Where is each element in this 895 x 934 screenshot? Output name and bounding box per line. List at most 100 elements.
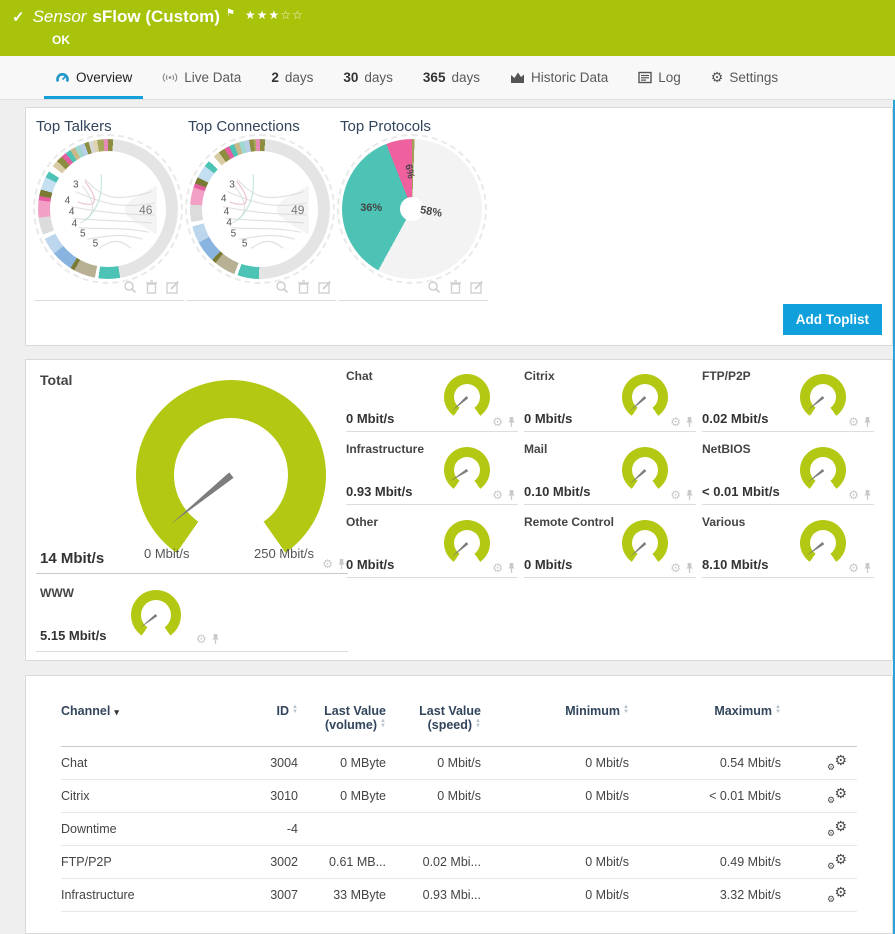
chord-small-values: 344455 — [190, 139, 330, 279]
table-row: FTP/P2P 3002 0.61 MB... 0.02 Mbi... 0 Mb… — [61, 846, 857, 879]
top-connections-chord-chart[interactable]: 49 344455 — [190, 139, 330, 279]
edit-icon[interactable] — [470, 280, 484, 294]
toplists-panel: Top Talkers 46 344455 — [25, 107, 893, 346]
pin-icon[interactable] — [685, 562, 694, 574]
table-row: Downtime -4 ⚙⚙ — [61, 813, 857, 846]
table-row: Infrastructure 3007 33 MByte 0.93 Mbi...… — [61, 879, 857, 912]
toplist-top-talkers: Top Talkers 46 344455 — [34, 116, 184, 301]
gauge-icon — [55, 71, 70, 85]
chart-title: Top Protocols — [340, 118, 488, 135]
gear-icon[interactable]: ⚙ — [322, 558, 333, 570]
gauge-tile-citrix: Citrix 0 Mbit/s ⚙ — [524, 366, 696, 432]
trash-icon[interactable] — [145, 280, 158, 294]
tab-2-days[interactable]: 2days — [256, 56, 328, 99]
chart-title: Top Talkers — [36, 118, 184, 135]
column-header-last-value-speed[interactable]: Last Value (speed)▲▼ — [386, 704, 481, 732]
gauge-tile-ftp-p2p: FTP/P2P 0.02 Mbit/s ⚙ — [702, 366, 874, 432]
gauge-min-label: 0 Mbit/s — [144, 546, 190, 561]
status-ok-check-icon: ✓ — [12, 8, 25, 26]
channel-settings-gears-icon[interactable]: ⚙⚙ — [827, 786, 847, 804]
channels-table: Channel▾ ID▲▼ Last Value (volume)▲▼ Last… — [26, 704, 892, 912]
gear-icon: ⚙ — [711, 69, 724, 86]
pie-label-36: 36% — [360, 202, 382, 214]
top-protocols-pie-chart[interactable]: 58% 36% 6% — [342, 139, 482, 279]
table-header-row: Channel▾ ID▲▼ Last Value (volume)▲▼ Last… — [61, 704, 857, 747]
gauge-value: 14 Mbit/s — [40, 550, 104, 567]
total-gauge — [136, 380, 326, 570]
gear-icon[interactable]: ⚙ — [670, 562, 681, 574]
edit-icon[interactable] — [318, 280, 332, 294]
table-row: Citrix 3010 0 MByte 0 Mbit/s 0 Mbit/s < … — [61, 780, 857, 813]
pin-icon[interactable] — [685, 416, 694, 428]
pin-icon[interactable] — [211, 633, 220, 645]
column-header-maximum[interactable]: Maximum▲▼ — [629, 704, 781, 718]
pin-icon[interactable] — [863, 489, 872, 501]
pin-icon[interactable] — [507, 489, 516, 501]
pin-icon[interactable] — [685, 489, 694, 501]
object-kind-label: Sensor — [33, 7, 87, 27]
gauge-tile-remote-control: Remote Control 0 Mbit/s ⚙ — [524, 512, 696, 578]
sensor-title: sFlow (Custom) — [92, 7, 220, 27]
pin-icon[interactable] — [863, 416, 872, 428]
pin-icon[interactable] — [507, 416, 516, 428]
tab-live-data[interactable]: Live Data — [147, 56, 256, 99]
pin-icon[interactable] — [863, 562, 872, 574]
status-badge: OK — [52, 33, 70, 47]
historic-chart-icon — [510, 71, 525, 84]
gauge-tile-www: WWW 5.15 Mbit/s ⚙ — [36, 580, 348, 652]
chord-small-values: 344455 — [38, 139, 178, 279]
chart-title: Top Connections — [188, 118, 336, 135]
flag-icon[interactable]: ⚑ — [226, 8, 235, 19]
tab-settings[interactable]: ⚙ Settings — [696, 56, 793, 99]
trash-icon[interactable] — [449, 280, 462, 294]
priority-stars[interactable]: ★★★☆☆ — [245, 8, 304, 22]
magnifier-icon[interactable] — [123, 280, 137, 294]
tab-log[interactable]: Log — [623, 56, 696, 99]
channel-settings-gears-icon[interactable]: ⚙⚙ — [827, 753, 847, 771]
tab-365-days[interactable]: 365days — [408, 56, 495, 99]
chevron-down-icon: ▾ — [114, 707, 119, 717]
gauge-tile-other: Other 0 Mbit/s ⚙ — [346, 512, 518, 578]
gauge-tile-netbios: NetBIOS < 0.01 Mbit/s ⚙ — [702, 439, 874, 505]
top-talkers-chord-chart[interactable]: 46 344455 — [38, 139, 178, 279]
channel-settings-gears-icon[interactable]: ⚙⚙ — [827, 852, 847, 870]
magnifier-icon[interactable] — [427, 280, 441, 294]
broadcast-icon — [162, 71, 178, 84]
pin-icon[interactable] — [507, 562, 516, 574]
gear-icon[interactable]: ⚙ — [848, 416, 859, 428]
tab-bar: Overview Live Data 2days 30days 365days … — [0, 56, 895, 100]
gear-icon[interactable]: ⚙ — [492, 562, 503, 574]
column-header-minimum[interactable]: Minimum▲▼ — [481, 704, 629, 718]
gear-icon[interactable]: ⚙ — [492, 489, 503, 501]
gear-icon[interactable]: ⚙ — [196, 633, 207, 645]
gauges-panel: Total 0 Mbit/s 250 Mbit/s 14 Mbit/s ⚙ Ch… — [25, 359, 893, 661]
channel-settings-gears-icon[interactable]: ⚙⚙ — [827, 819, 847, 837]
sort-icon: ▲▼ — [475, 719, 481, 729]
log-icon — [638, 71, 652, 84]
prtg-sensor-page: ✓ Sensor sFlow (Custom) ⚑ ★★★☆☆ OK Overv… — [0, 0, 895, 934]
gauge-max-label: 250 Mbit/s — [254, 546, 314, 561]
sensor-header: ✓ Sensor sFlow (Custom) ⚑ ★★★☆☆ OK — [0, 0, 895, 56]
edit-icon[interactable] — [166, 280, 180, 294]
add-toplist-button[interactable]: Add Toplist — [783, 304, 882, 335]
gauge-tile-chat: Chat 0 Mbit/s ⚙ — [346, 366, 518, 432]
toplist-top-protocols: Top Protocols 58% 36% 6% — [338, 116, 488, 301]
pin-icon[interactable] — [337, 558, 346, 570]
magnifier-icon[interactable] — [275, 280, 289, 294]
trash-icon[interactable] — [297, 280, 310, 294]
gear-icon[interactable]: ⚙ — [848, 489, 859, 501]
gear-icon[interactable]: ⚙ — [492, 416, 503, 428]
column-header-last-value-volume[interactable]: Last Value (volume)▲▼ — [298, 704, 386, 732]
gear-icon[interactable]: ⚙ — [670, 416, 681, 428]
channel-settings-gears-icon[interactable]: ⚙⚙ — [827, 885, 847, 903]
column-header-id[interactable]: ID▲▼ — [236, 704, 298, 718]
tab-historic-data[interactable]: Historic Data — [495, 56, 623, 99]
table-row: Chat 3004 0 MByte 0 Mbit/s 0 Mbit/s 0.54… — [61, 747, 857, 780]
tab-30-days[interactable]: 30days — [328, 56, 408, 99]
gear-icon[interactable]: ⚙ — [848, 562, 859, 574]
gauge-tile-infrastructure: Infrastructure 0.93 Mbit/s ⚙ — [346, 439, 518, 505]
gauge-tile-various: Various 8.10 Mbit/s ⚙ — [702, 512, 874, 578]
column-header-channel[interactable]: Channel▾ — [61, 704, 236, 718]
tab-overview[interactable]: Overview — [40, 56, 147, 99]
gear-icon[interactable]: ⚙ — [670, 489, 681, 501]
